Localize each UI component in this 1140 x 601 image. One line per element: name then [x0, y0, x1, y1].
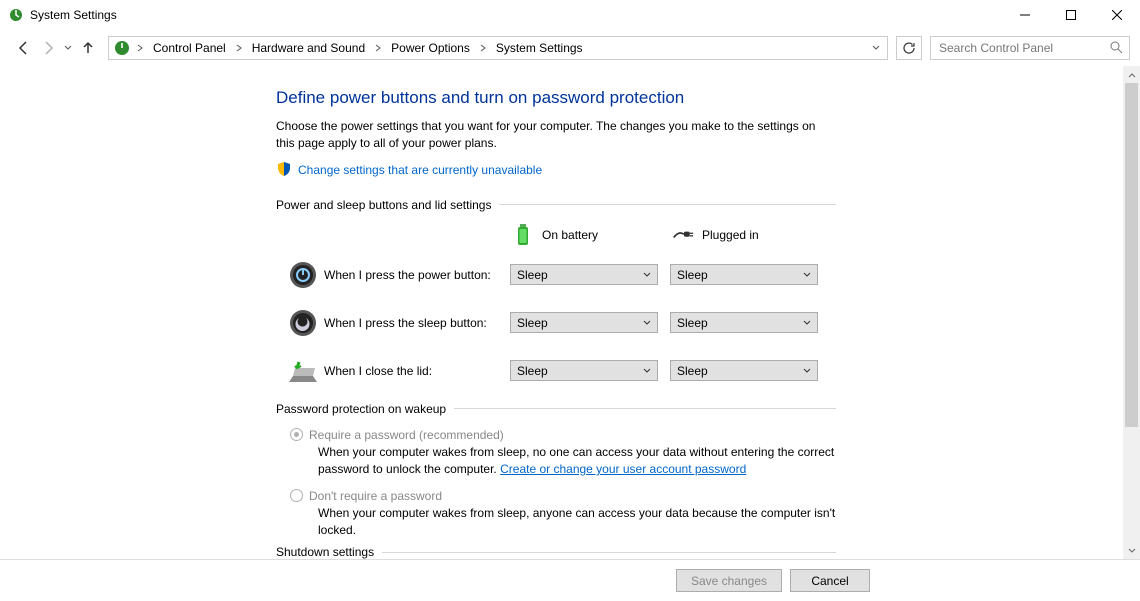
breadcrumb-system-settings[interactable]: System Settings: [492, 37, 587, 59]
divider: [382, 552, 836, 553]
search-input[interactable]: [937, 40, 1109, 56]
sleep-button-plugged-select[interactable]: Sleep: [670, 312, 818, 333]
group-shutdown-title: Shutdown settings: [276, 545, 374, 559]
dont-require-password-label: Don't require a password: [309, 489, 442, 503]
scroll-down-button[interactable]: [1123, 542, 1140, 559]
power-button-battery-select[interactable]: Sleep: [510, 264, 658, 285]
search-icon[interactable]: [1109, 40, 1125, 57]
save-changes-button[interactable]: Save changes: [676, 569, 782, 592]
scroll-up-button[interactable]: [1123, 66, 1140, 83]
footer: Save changes Cancel: [0, 559, 1140, 601]
page-heading: Define power buttons and turn on passwor…: [276, 88, 836, 108]
close-lid-battery-select[interactable]: Sleep: [510, 360, 658, 381]
power-options-icon: [113, 39, 131, 57]
chevron-down-icon: [801, 319, 813, 327]
power-button-plugged-select[interactable]: Sleep: [670, 264, 818, 285]
maximize-button[interactable]: [1048, 0, 1094, 30]
cancel-button[interactable]: Cancel: [790, 569, 870, 592]
shield-icon: [276, 161, 292, 180]
col-plugged-label: Plugged in: [702, 228, 759, 242]
refresh-button[interactable]: [896, 36, 922, 60]
content-area: Define power buttons and turn on passwor…: [0, 66, 1123, 559]
address-dropdown[interactable]: [867, 44, 885, 52]
chevron-right-icon[interactable]: [232, 44, 246, 52]
address-bar[interactable]: Control Panel Hardware and Sound Power O…: [108, 36, 888, 60]
window-title: System Settings: [30, 8, 1002, 22]
power-button-row: When I press the power button: Sleep Sle…: [276, 258, 836, 292]
app-icon: [8, 7, 24, 23]
nav-row: Control Panel Hardware and Sound Power O…: [0, 30, 1140, 66]
chevron-down-icon: [801, 271, 813, 279]
laptop-lid-icon: [286, 354, 320, 388]
close-lid-label: When I close the lid:: [320, 364, 510, 378]
group-password-title: Password protection on wakeup: [276, 402, 446, 416]
divider: [454, 408, 836, 409]
back-button[interactable]: [14, 38, 34, 58]
up-button[interactable]: [78, 38, 98, 58]
dont-require-password-radio: [290, 489, 303, 502]
vertical-scrollbar[interactable]: [1123, 66, 1140, 559]
history-dropdown[interactable]: [62, 44, 74, 52]
plug-icon: [672, 224, 694, 246]
sleep-button-row: When I press the sleep button: Sleep Sle…: [276, 306, 836, 340]
close-lid-plugged-select[interactable]: Sleep: [670, 360, 818, 381]
require-password-label: Require a password (recommended): [309, 428, 504, 442]
chevron-right-icon[interactable]: [371, 44, 385, 52]
group-buttons-title: Power and sleep buttons and lid settings: [276, 198, 491, 212]
require-password-radio: [290, 428, 303, 441]
close-button[interactable]: [1094, 0, 1140, 30]
chevron-down-icon: [641, 271, 653, 279]
chevron-right-icon[interactable]: [476, 44, 490, 52]
create-change-password-link[interactable]: Create or change your user account passw…: [500, 462, 746, 476]
change-settings-link[interactable]: Change settings that are currently unava…: [298, 163, 542, 177]
sleep-button-label: When I press the sleep button:: [320, 316, 510, 330]
breadcrumb-power-options[interactable]: Power Options: [387, 37, 474, 59]
title-bar: System Settings: [0, 0, 1140, 30]
battery-icon: [512, 224, 534, 246]
power-button-label: When I press the power button:: [320, 268, 510, 282]
page-description: Choose the power settings that you want …: [276, 118, 836, 153]
breadcrumb-hardware-sound[interactable]: Hardware and Sound: [248, 37, 369, 59]
chevron-down-icon: [641, 319, 653, 327]
scroll-thumb[interactable]: [1125, 83, 1138, 427]
chevron-down-icon: [801, 367, 813, 375]
close-lid-row: When I close the lid: Sleep Sleep: [276, 354, 836, 388]
minimize-button[interactable]: [1002, 0, 1048, 30]
chevron-down-icon: [641, 367, 653, 375]
forward-button[interactable]: [38, 38, 58, 58]
power-button-icon: [286, 258, 320, 292]
chevron-right-icon[interactable]: [133, 44, 147, 52]
col-battery-label: On battery: [542, 228, 598, 242]
sleep-button-icon: [286, 306, 320, 340]
require-password-description: When your computer wakes from sleep, no …: [290, 444, 836, 479]
search-box[interactable]: [930, 36, 1130, 60]
breadcrumb-control-panel[interactable]: Control Panel: [149, 37, 230, 59]
divider: [499, 204, 836, 205]
sleep-button-battery-select[interactable]: Sleep: [510, 312, 658, 333]
